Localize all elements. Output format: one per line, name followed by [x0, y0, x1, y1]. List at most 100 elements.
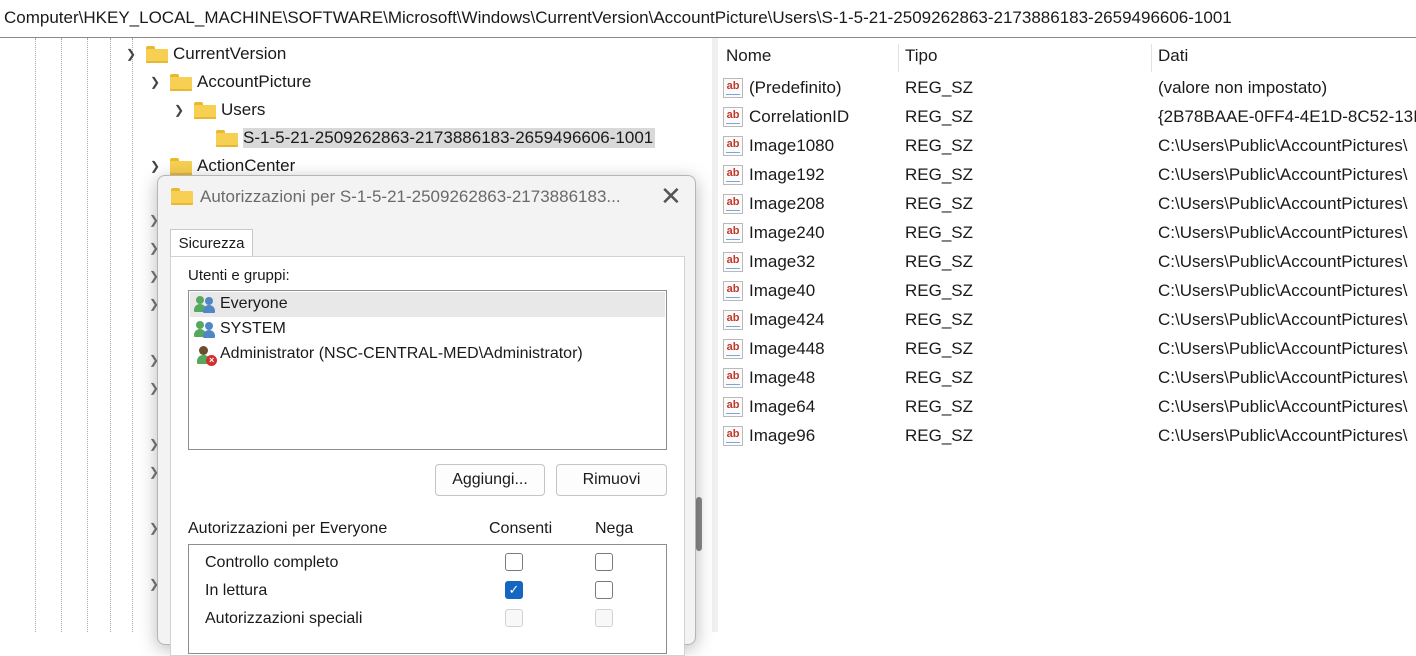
- chevron-down-icon[interactable]: ❯: [170, 103, 188, 117]
- tree-item-users[interactable]: ❯ Users: [170, 96, 265, 124]
- value-name: Image64: [749, 397, 816, 416]
- allow-checkbox: [505, 609, 523, 627]
- value-name: Image208: [749, 194, 825, 213]
- string-value-icon: ab: [723, 194, 743, 214]
- column-header-type[interactable]: Tipo: [905, 46, 937, 66]
- tree-item-accountpicture[interactable]: ❯ AccountPicture: [146, 68, 311, 96]
- column-header-data[interactable]: Dati: [1158, 46, 1188, 66]
- tree-item-label: ActionCenter: [197, 156, 296, 175]
- value-name: Image32: [749, 252, 816, 271]
- folder-icon: [171, 188, 193, 205]
- column-divider[interactable]: [898, 44, 899, 72]
- string-value-icon: ab: [723, 426, 743, 446]
- table-row[interactable]: ab Image424 REG_SZ C:\Users\Public\AccountP…: [718, 306, 1416, 335]
- value-type: REG_SZ: [905, 397, 974, 416]
- permission-name: Autorizzazioni speciali: [205, 610, 363, 627]
- value-type: REG_SZ: [905, 368, 974, 387]
- table-row[interactable]: ab Image40 REG_SZ C:\Users\Public\AccountPi…: [718, 277, 1416, 306]
- chevron-down-icon[interactable]: ❯: [146, 75, 164, 89]
- tree-scrollbar-thumb[interactable]: [696, 497, 702, 551]
- tree-guide-line: [35, 38, 36, 632]
- value-data: (valore non impostato): [1158, 78, 1328, 97]
- table-row[interactable]: ab Image96 REG_SZ C:\Users\Public\AccountPi…: [718, 422, 1416, 451]
- list-item-everyone[interactable]: Everyone: [190, 292, 665, 317]
- deny-checkbox[interactable]: [595, 581, 613, 599]
- string-value-icon: ab: [723, 397, 743, 417]
- tree-guide-line: [110, 38, 111, 632]
- table-row[interactable]: ab Image48 REG_SZ C:\Users\Public\AccountPi…: [718, 364, 1416, 393]
- values-list: Nome Tipo Dati ab (Predefinito) REG_SZ (val…: [718, 38, 1416, 632]
- list-item-system[interactable]: SYSTEM: [190, 317, 665, 342]
- list-header: Nome Tipo Dati: [718, 44, 1416, 72]
- permission-row-read: In lettura ✓: [189, 579, 666, 607]
- value-data: C:\Users\Public\AccountPictures\: [1158, 339, 1408, 358]
- address-bar[interactable]: Computer\HKEY_LOCAL_MACHINE\SOFTWARE\Mic…: [0, 0, 1416, 38]
- chevron-right-icon[interactable]: ❯: [146, 159, 164, 173]
- string-value-icon: ab: [723, 339, 743, 359]
- deny-checkbox: [595, 609, 613, 627]
- value-type: REG_SZ: [905, 165, 974, 184]
- deny-checkbox[interactable]: [595, 553, 613, 571]
- value-data: C:\Users\Public\AccountPictures\: [1158, 165, 1408, 184]
- tab-security[interactable]: Sicurezza: [170, 229, 253, 257]
- folder-icon: [170, 73, 192, 91]
- user-name: Everyone: [220, 295, 288, 312]
- table-row[interactable]: ab Image208 REG_SZ C:\Users\Public\AccountP…: [718, 190, 1416, 219]
- folder-icon: [216, 129, 238, 147]
- permissions-list: Controllo completo In lettura ✓ Autorizz…: [188, 544, 667, 654]
- tree-guide-line: [132, 38, 133, 632]
- column-header-name[interactable]: Nome: [726, 46, 771, 66]
- allow-column-label: Consenti: [489, 520, 553, 537]
- column-divider[interactable]: [1151, 44, 1152, 72]
- tree-item-user-sid[interactable]: S-1-5-21-2509262863-2173886183-265949660…: [216, 124, 656, 152]
- user-name: Administrator (NSC-CENTRAL-MED\Administr…: [220, 345, 583, 362]
- value-data: C:\Users\Public\AccountPictures\: [1158, 368, 1408, 387]
- user-denied-icon: ×: [196, 345, 217, 366]
- value-type: REG_SZ: [905, 281, 974, 300]
- value-type: REG_SZ: [905, 78, 974, 97]
- table-row[interactable]: ab Image240 REG_SZ C:\Users\Public\AccountP…: [718, 219, 1416, 248]
- remove-button[interactable]: Rimuovi: [556, 464, 667, 496]
- folder-icon: [146, 45, 168, 63]
- permissions-label: Autorizzazioni per Everyone: [188, 520, 388, 537]
- allow-checkbox[interactable]: ✓: [505, 581, 523, 599]
- value-name: Image1080: [749, 136, 835, 155]
- group-icon: [194, 320, 216, 338]
- close-icon[interactable]: ✕: [660, 182, 682, 210]
- group-icon: [194, 295, 216, 313]
- value-type: REG_SZ: [905, 107, 974, 126]
- table-row[interactable]: ab Image64 REG_SZ C:\Users\Public\AccountPi…: [718, 393, 1416, 422]
- permission-row-full-control: Controllo completo: [189, 551, 666, 579]
- table-row[interactable]: ab Image32 REG_SZ C:\Users\Public\AccountPi…: [718, 248, 1416, 277]
- value-type: REG_SZ: [905, 426, 974, 445]
- table-row[interactable]: ab Image1080 REG_SZ C:\Users\Public\Account…: [718, 132, 1416, 161]
- allow-checkbox[interactable]: [505, 553, 523, 571]
- value-name: Image424: [749, 310, 825, 329]
- value-data: C:\Users\Public\AccountPictures\: [1158, 136, 1408, 155]
- value-name: Image192: [749, 165, 825, 184]
- value-name: Image240: [749, 223, 825, 242]
- string-value-icon: ab: [723, 252, 743, 272]
- table-row[interactable]: ab CorrelationID REG_SZ {2B78BAAE-0FF4-4E1D…: [718, 103, 1416, 132]
- chevron-down-icon[interactable]: ❯: [122, 47, 140, 61]
- add-button[interactable]: Aggiungi...: [435, 464, 545, 496]
- table-row[interactable]: ab Image192 REG_SZ C:\Users\Public\AccountP…: [718, 161, 1416, 190]
- value-data: C:\Users\Public\AccountPictures\: [1158, 252, 1408, 271]
- value-data: C:\Users\Public\AccountPictures\: [1158, 310, 1408, 329]
- permissions-dialog: Autorizzazioni per S-1-5-21-2509262863-2…: [157, 175, 696, 656]
- tree-guide-line: [61, 38, 62, 632]
- table-row[interactable]: ab (Predefinito) REG_SZ (valore non imposta…: [718, 74, 1416, 103]
- value-data: C:\Users\Public\AccountPictures\: [1158, 281, 1408, 300]
- string-value-icon: ab: [723, 223, 743, 243]
- table-row[interactable]: ab Image448 REG_SZ C:\Users\Public\AccountP…: [718, 335, 1416, 364]
- value-name: (Predefinito): [749, 78, 842, 97]
- value-type: REG_SZ: [905, 339, 974, 358]
- tree-item-label: S-1-5-21-2509262863-2173886183-265949660…: [243, 128, 656, 148]
- tree-item-currentversion[interactable]: ❯ CurrentVersion: [122, 40, 286, 68]
- value-data: C:\Users\Public\AccountPictures\: [1158, 223, 1408, 242]
- value-type: REG_SZ: [905, 136, 974, 155]
- list-item-administrator[interactable]: × Administrator (NSC-CENTRAL-MED\Adminis…: [190, 342, 665, 367]
- value-type: REG_SZ: [905, 310, 974, 329]
- value-data: C:\Users\Public\AccountPictures\: [1158, 397, 1408, 416]
- permission-name: Controllo completo: [205, 554, 339, 571]
